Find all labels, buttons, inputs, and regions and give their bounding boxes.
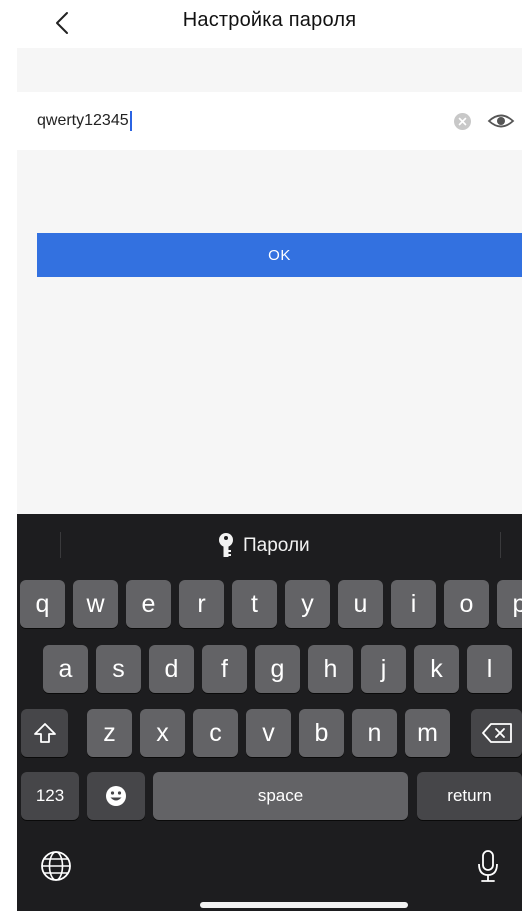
key-k[interactable]: k	[414, 645, 459, 693]
key-z[interactable]: z	[87, 709, 132, 757]
numbers-key[interactable]: 123	[21, 772, 79, 820]
key-t[interactable]: t	[232, 580, 277, 628]
password-field[interactable]: qwerty12345	[37, 111, 132, 131]
page-title: Настройка пароля	[182, 9, 357, 31]
suggestion-divider	[60, 532, 61, 558]
password-value: qwerty12345	[37, 112, 129, 129]
text-caret	[129, 111, 132, 131]
key-r[interactable]: r	[179, 580, 224, 628]
passwords-label: Пароли	[243, 535, 310, 556]
key-j[interactable]: j	[361, 645, 406, 693]
key-h[interactable]: h	[308, 645, 353, 693]
home-indicator	[200, 902, 408, 908]
keyboard: Пароли qwertyuiop asdfghjkl zxcvbnm 123 sp…	[17, 514, 522, 911]
key-icon	[219, 533, 233, 557]
ok-button[interactable]: OK	[37, 233, 522, 277]
key-y[interactable]: y	[285, 580, 330, 628]
key-e[interactable]: e	[126, 580, 171, 628]
dictation-button[interactable]	[475, 849, 501, 885]
space-key[interactable]: space	[153, 772, 408, 820]
backspace-icon	[481, 723, 512, 743]
return-key[interactable]: return	[417, 772, 522, 820]
keyboard-bottom-bar	[17, 849, 522, 889]
clear-button[interactable]	[454, 113, 471, 130]
globe-button[interactable]	[39, 849, 73, 883]
suggestion-bar: Пароли	[17, 514, 522, 576]
emoji-key[interactable]	[87, 772, 145, 820]
key-a[interactable]: a	[43, 645, 88, 693]
nav-bar: Настройка пароля	[17, 0, 522, 48]
clear-circle-icon	[458, 117, 467, 126]
shift-key[interactable]	[21, 709, 68, 757]
key-c[interactable]: c	[193, 709, 238, 757]
key-b[interactable]: b	[299, 709, 344, 757]
key-p[interactable]: p	[497, 580, 522, 628]
key-w[interactable]: w	[73, 580, 118, 628]
emoji-icon	[106, 786, 126, 806]
key-n[interactable]: n	[352, 709, 397, 757]
key-o[interactable]: o	[444, 580, 489, 628]
key-i[interactable]: i	[391, 580, 436, 628]
key-l[interactable]: l	[467, 645, 512, 693]
suggestion-divider	[500, 532, 501, 558]
key-d[interactable]: d	[149, 645, 194, 693]
delete-key[interactable]	[471, 709, 522, 757]
key-q[interactable]: q	[20, 580, 65, 628]
password-field-row: qwerty12345	[17, 92, 522, 150]
key-f[interactable]: f	[202, 645, 247, 693]
globe-icon	[41, 851, 71, 881]
key-x[interactable]: x	[140, 709, 185, 757]
shift-icon	[33, 723, 56, 743]
key-s[interactable]: s	[96, 645, 141, 693]
passwords-suggestion[interactable]: Пароли	[217, 532, 310, 560]
key-u[interactable]: u	[338, 580, 383, 628]
key-v[interactable]: v	[246, 709, 291, 757]
toggle-visibility-button[interactable]	[487, 111, 515, 131]
screen: Настройка пароля qwerty12345 OK Пароли q…	[17, 0, 522, 911]
eye-icon	[487, 114, 515, 128]
key-g[interactable]: g	[255, 645, 300, 693]
microphone-icon	[478, 850, 498, 882]
key-m[interactable]: m	[405, 709, 450, 757]
